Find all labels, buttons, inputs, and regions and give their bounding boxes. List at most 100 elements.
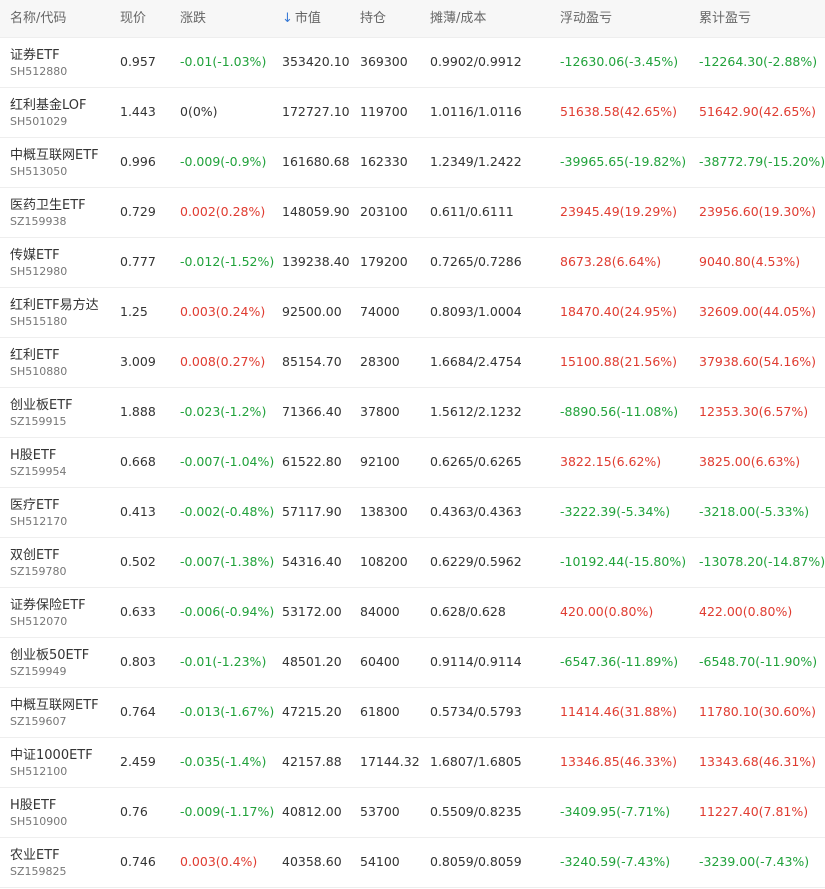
header-market-value[interactable]: ↓ 市值: [282, 7, 321, 26]
market-value: 57117.90: [282, 504, 342, 519]
header-holding[interactable]: 持仓: [360, 7, 386, 26]
fund-code: SZ159938: [10, 215, 67, 228]
fund-code: SH512980: [10, 265, 68, 278]
header-name-code[interactable]: 名称/代码: [10, 7, 66, 26]
table-row[interactable]: H股ETF SH510900 0.76 -0.009(-1.17%) 40812.00 5…: [0, 788, 825, 838]
current-price: 0.957: [120, 54, 156, 69]
fund-name: 证券ETF: [10, 48, 60, 63]
diluted-cost: 0.4363/0.4363: [430, 504, 522, 519]
header-price[interactable]: 现价: [120, 7, 146, 26]
price-change: -0.013(-1.67%): [180, 704, 275, 719]
floating-pl: -8890.56(-11.08%): [560, 404, 679, 419]
market-value: 71366.40: [282, 404, 342, 419]
table-row[interactable]: 红利ETF SH510880 3.009 0.008(0.27%) 85154.70 28…: [0, 338, 825, 388]
market-value: 85154.70: [282, 354, 342, 369]
accumulated-pl: -38772.79(-15.20%): [699, 154, 825, 169]
diluted-cost: 0.9114/0.9114: [430, 654, 522, 669]
fund-name: 中证1000ETF: [10, 748, 93, 763]
holding-quantity: 28300: [360, 354, 400, 369]
table-row[interactable]: 中证1000ETF SH512100 2.459 -0.035(-1.4%) 42157…: [0, 738, 825, 788]
price-change: -0.007(-1.04%): [180, 454, 275, 469]
header-accum-pl[interactable]: 累计盈亏: [699, 7, 751, 26]
diluted-cost: 0.5509/0.8235: [430, 804, 522, 819]
holding-quantity: 162330: [360, 154, 408, 169]
current-price: 0.413: [120, 504, 156, 519]
table-row[interactable]: 红利ETF易方达 SH515180 1.25 0.003(0.24%) 92500.00…: [0, 288, 825, 338]
fund-code: SH510900: [10, 815, 68, 828]
holding-quantity: 138300: [360, 504, 408, 519]
price-change: -0.01(-1.03%): [180, 54, 267, 69]
current-price: 0.668: [120, 454, 156, 469]
holding-quantity: 84000: [360, 604, 400, 619]
fund-code: SZ159954: [10, 465, 67, 478]
table-row[interactable]: 中概互联网ETF SH513050 0.996 -0.009(-0.9%) 161680…: [0, 138, 825, 188]
fund-code: SH501029: [10, 115, 68, 128]
floating-pl: -39965.65(-19.82%): [560, 154, 687, 169]
header-floating-pl[interactable]: 浮动盈亏: [560, 7, 612, 26]
accumulated-pl: 9040.80(4.53%): [699, 254, 801, 269]
header-cost[interactable]: 摊薄/成本: [430, 7, 486, 26]
header-change[interactable]: 涨跌: [180, 7, 206, 26]
current-price: 2.459: [120, 754, 156, 769]
fund-name: 红利ETF: [10, 348, 60, 363]
table-row[interactable]: H股ETF SZ159954 0.668 -0.007(-1.04%) 61522.80…: [0, 438, 825, 488]
market-value: 148059.90: [282, 204, 350, 219]
fund-name: 双创ETF: [10, 548, 60, 563]
current-price: 0.996: [120, 154, 156, 169]
market-value: 139238.40: [282, 254, 350, 269]
fund-code: SH512100: [10, 765, 68, 778]
table-row[interactable]: 红利基金LOF SH501029 1.443 0(0%) 172727.10 119700…: [0, 88, 825, 138]
diluted-cost: 0.6265/0.6265: [430, 454, 522, 469]
accumulated-pl: 3825.00(6.63%): [699, 454, 801, 469]
accumulated-pl: 422.00(0.80%): [699, 604, 793, 619]
price-change: 0.003(0.4%): [180, 854, 258, 869]
diluted-cost: 1.5612/2.1232: [430, 404, 522, 419]
accumulated-pl: 37938.60(54.16%): [699, 354, 817, 369]
table-row[interactable]: 双创ETF SZ159780 0.502 -0.007(-1.38%) 54316.40…: [0, 538, 825, 588]
holding-quantity: 203100: [360, 204, 408, 219]
fund-name: 创业板ETF: [10, 398, 73, 413]
diluted-cost: 1.6684/2.4754: [430, 354, 522, 369]
current-price: 1.888: [120, 404, 156, 419]
table-row[interactable]: 创业板ETF SZ159915 1.888 -0.023(-1.2%) 71366.40…: [0, 388, 825, 438]
floating-pl: 18470.40(24.95%): [560, 304, 678, 319]
floating-pl: 11414.46(31.88%): [560, 704, 678, 719]
current-price: 0.803: [120, 654, 156, 669]
holding-quantity: 108200: [360, 554, 408, 569]
table-row[interactable]: 传媒ETF SH512980 0.777 -0.012(-1.52%) 139238.4…: [0, 238, 825, 288]
fund-code: SZ159949: [10, 665, 67, 678]
market-value: 353420.10: [282, 54, 350, 69]
fund-name: 传媒ETF: [10, 248, 60, 263]
holding-quantity: 53700: [360, 804, 400, 819]
price-change: -0.009(-0.9%): [180, 154, 267, 169]
price-change: -0.023(-1.2%): [180, 404, 267, 419]
diluted-cost: 0.9902/0.9912: [430, 54, 522, 69]
diluted-cost: 1.2349/1.2422: [430, 154, 522, 169]
market-value: 40358.60: [282, 854, 342, 869]
market-value: 40812.00: [282, 804, 342, 819]
holding-quantity: 17144.32: [360, 754, 420, 769]
table-row[interactable]: 农业ETF SZ159825 0.746 0.003(0.4%) 40358.60 541…: [0, 838, 825, 888]
diluted-cost: 0.8093/1.0004: [430, 304, 522, 319]
current-price: 1.443: [120, 104, 156, 119]
diluted-cost: 1.6807/1.6805: [430, 754, 522, 769]
floating-pl: 13346.85(46.33%): [560, 754, 678, 769]
accumulated-pl: 11780.10(30.60%): [699, 704, 817, 719]
table-row[interactable]: 证券ETF SH512880 0.957 -0.01(-1.03%) 353420.10…: [0, 38, 825, 88]
table-body: 证券ETF SH512880 0.957 -0.01(-1.03%) 353420.10…: [0, 38, 825, 888]
holding-quantity: 37800: [360, 404, 400, 419]
table-row[interactable]: 医疗ETF SH512170 0.413 -0.002(-0.48%) 57117.90…: [0, 488, 825, 538]
table-row[interactable]: 医药卫生ETF SZ159938 0.729 0.002(0.28%) 148059.9…: [0, 188, 825, 238]
price-change: 0.008(0.27%): [180, 354, 266, 369]
fund-name: 中概互联网ETF: [10, 148, 99, 163]
table-row[interactable]: 证券保险ETF SH512070 0.633 -0.006(-0.94%) 53172.…: [0, 588, 825, 638]
diluted-cost: 0.5734/0.5793: [430, 704, 522, 719]
price-change: -0.035(-1.4%): [180, 754, 267, 769]
table-row[interactable]: 创业板50ETF SZ159949 0.803 -0.01(-1.23%) 48501.…: [0, 638, 825, 688]
current-price: 0.633: [120, 604, 156, 619]
price-change: -0.012(-1.52%): [180, 254, 275, 269]
market-value: 54316.40: [282, 554, 342, 569]
floating-pl: 15100.88(21.56%): [560, 354, 678, 369]
market-value: 172727.10: [282, 104, 350, 119]
table-row[interactable]: 中概互联网ETF SZ159607 0.764 -0.013(-1.67%) 47215…: [0, 688, 825, 738]
